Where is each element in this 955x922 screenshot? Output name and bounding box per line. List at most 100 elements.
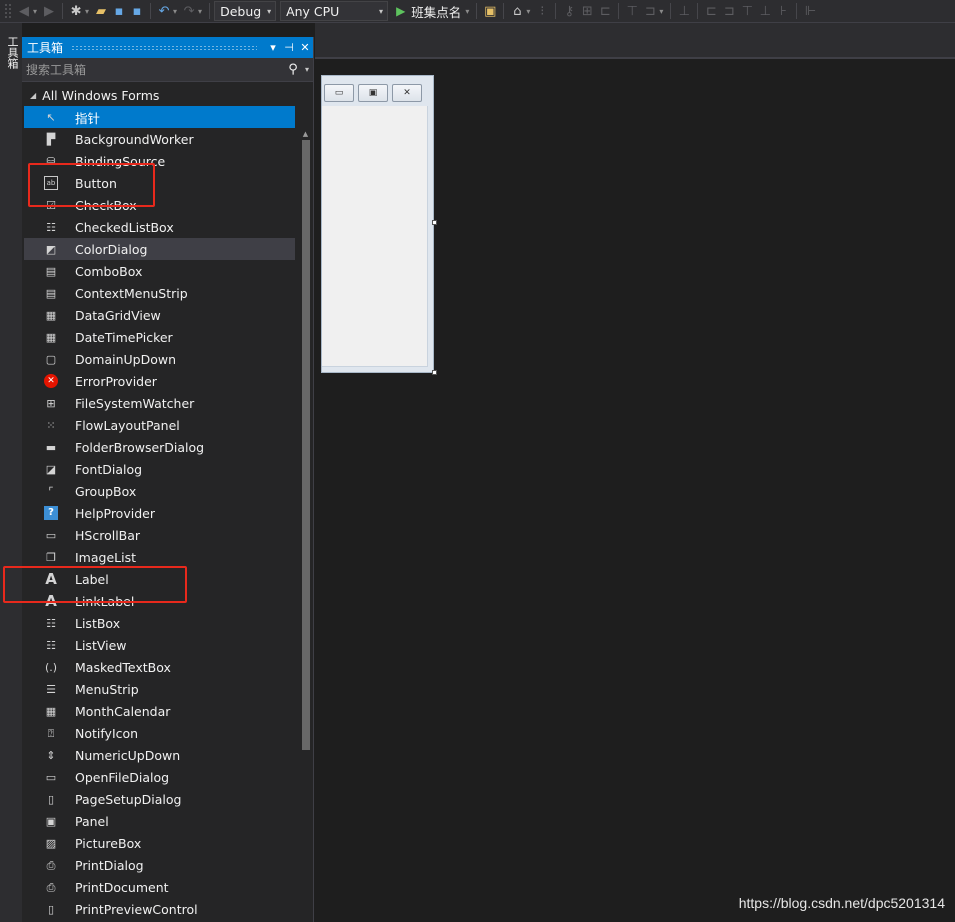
toolbox-item-label: NotifyIcon	[75, 725, 139, 741]
close-icon[interactable]: ✕	[297, 41, 313, 54]
save-all-icon[interactable]: ▪	[128, 1, 146, 21]
toolbox-item-label: ColorDialog	[75, 241, 148, 257]
toolbox-item-listbox[interactable]: ☷ ListBox	[24, 612, 295, 634]
redo-icon[interactable]: ↷	[180, 1, 198, 21]
scroll-up-icon[interactable]: ▲	[301, 130, 310, 140]
toolbox-search-input[interactable]	[26, 62, 285, 77]
size-to-grid-icon[interactable]: ⊥	[756, 1, 774, 21]
horizontal-spacing-icon[interactable]: ⊦	[774, 1, 792, 21]
start-debugging-button[interactable]: ▶ 班集点名	[392, 2, 465, 21]
scrollbar-thumb[interactable]	[302, 140, 310, 750]
toolbox-item-backgroundworker[interactable]: ▛ BackgroundWorker	[24, 128, 295, 150]
browser-link-icon[interactable]: ⌂	[508, 1, 526, 21]
undo-icon[interactable]: ↶	[155, 1, 173, 21]
checkbox-icon: ☑	[46, 198, 56, 212]
form-designer-area: ▭ ▣ ✕	[315, 23, 955, 922]
vertical-spacing-icon[interactable]: ⊩	[801, 1, 819, 21]
toolbox-item-label[interactable]: A Label	[24, 568, 295, 590]
make-same-size-icon[interactable]: ⊤	[738, 1, 756, 21]
print-dialog-icon: ⎙	[46, 858, 56, 872]
toolbox-item-listview[interactable]: ☷ ListView	[24, 634, 295, 656]
toolbox-item-printpreviewcontrol[interactable]: ▯ PrintPreviewControl	[24, 898, 295, 920]
toolbox-item-groupbox[interactable]: ⌜ GroupBox	[24, 480, 295, 502]
toolbox-item-checkedlistbox[interactable]: ☷ CheckedListBox	[24, 216, 295, 238]
toolbox-item-pagesetupdialog[interactable]: ▯ PageSetupDialog	[24, 788, 295, 810]
toolbox-tree: ◢ All Windows Forms ↖ 指针 ▛ BackgroundWorker…	[22, 82, 314, 922]
resize-handle-bottom-right[interactable]	[432, 370, 437, 375]
toolbox-title-bar[interactable]: 工具箱 ▾ ⊣ ✕	[22, 37, 313, 58]
make-same-height-icon[interactable]: ⊐	[720, 1, 738, 21]
designer-form[interactable]: ▭ ▣ ✕	[321, 75, 434, 373]
tool-group-header[interactable]: ◢ All Windows Forms	[22, 85, 296, 105]
toolbox-item-monthcalendar[interactable]: ▦ MonthCalendar	[24, 700, 295, 722]
toolbox-item-bindingsource[interactable]: ⛁ BindingSource	[24, 150, 295, 172]
toolbox-item-notifyicon[interactable]: ⍰ NotifyIcon	[24, 722, 295, 744]
link-label-icon: A	[45, 591, 57, 610]
new-project-icon[interactable]: ✱	[67, 1, 85, 21]
toolbox-item-combobox[interactable]: ▤ ComboBox	[24, 260, 295, 282]
navigate-back-dropdown[interactable]: ▾	[33, 7, 40, 16]
toolbox-item-button[interactable]: ab Button	[24, 172, 295, 194]
toolbox-item-imagelist[interactable]: ❐ ImageList	[24, 546, 295, 568]
toolbox-item-domainupdown[interactable]: ▢ DomainUpDown	[24, 348, 295, 370]
toolbox-item-hscrollbar[interactable]: ▭ HScrollBar	[24, 524, 295, 546]
toolbox-item-helpprovider[interactable]: ? HelpProvider	[24, 502, 295, 524]
toolbox-item-colordialog[interactable]: ◩ ColorDialog	[24, 238, 295, 260]
form-client-area[interactable]	[322, 106, 428, 367]
collapse-triangle-icon[interactable]: ◢	[30, 91, 36, 100]
picture-box-icon: ▨	[45, 836, 57, 850]
toolbox-item-numericupdown[interactable]: ⇕ NumericUpDown	[24, 744, 295, 766]
toolbox-item-folderbrowserdialog[interactable]: ▬ FolderBrowserDialog	[24, 436, 295, 458]
open-file-icon[interactable]: ▰	[92, 1, 110, 21]
align-centers-icon[interactable]: ⊤	[623, 1, 641, 21]
toolbox-item-checkbox[interactable]: ☑ CheckBox	[24, 194, 295, 216]
browser-link-dropdown[interactable]: ▾	[526, 7, 533, 16]
data-grid-view-icon: ▦	[45, 308, 57, 322]
main-toolbar: ◀ ▾ ▶ ✱ ▾ ▰ ▪ ▪ ↶ ▾ ↷ ▾ Debug ▾ Any CPU …	[0, 0, 955, 23]
toolbox-item-errorprovider[interactable]: ✕ ErrorProvider	[24, 370, 295, 392]
toolbox-item-printdialog[interactable]: ⎙ PrintDialog	[24, 854, 295, 876]
toolbox-item-datagridview[interactable]: ▦ DataGridView	[24, 304, 295, 326]
search-icon[interactable]: ⚲	[285, 62, 301, 77]
solution-platform-select[interactable]: Any CPU ▾	[280, 1, 389, 21]
redo-dropdown[interactable]: ▾	[198, 7, 205, 16]
search-options-chevron-icon[interactable]: ▾	[301, 65, 313, 74]
new-project-dropdown[interactable]: ▾	[85, 7, 92, 16]
align-dropdown[interactable]: ▾	[659, 7, 666, 16]
navigate-forward-icon[interactable]: ▶	[40, 1, 58, 21]
toolbox-item-pointer[interactable]: ↖ 指针	[24, 106, 295, 128]
save-icon[interactable]: ▪	[110, 1, 128, 21]
toolbox-item-flowlayoutpanel[interactable]: ⁙ FlowLayoutPanel	[24, 414, 295, 436]
align-lefts-icon[interactable]: ⊏	[596, 1, 614, 21]
navigate-back-icon[interactable]: ◀	[15, 1, 33, 21]
toolbox-item-printdocument[interactable]: ⎙ PrintDocument	[24, 876, 295, 898]
solution-configuration-select[interactable]: Debug ▾	[214, 1, 277, 21]
layout-icon[interactable]: ⁝	[533, 1, 551, 21]
toolbox-item-datetimepicker[interactable]: ▦ DateTimePicker	[24, 326, 295, 348]
toolbox-item-menustrip[interactable]: ☰ MenuStrip	[24, 678, 295, 700]
undo-dropdown[interactable]: ▾	[173, 7, 180, 16]
start-project-dropdown[interactable]: ▾	[465, 7, 472, 16]
toolbox-item-openfiledialog[interactable]: ▭ OpenFileDialog	[24, 766, 295, 788]
toolbox-item-panel[interactable]: ▣ Panel	[24, 810, 295, 832]
align-rights-icon[interactable]: ⊐	[641, 1, 659, 21]
tab-order-icon[interactable]: ⚷	[560, 1, 578, 21]
toolbox-item-filesystemwatcher[interactable]: ⊞ FileSystemWatcher	[24, 392, 295, 414]
auto-hide-pin-icon[interactable]: ⊣	[281, 41, 297, 54]
find-in-files-icon[interactable]: ▣	[481, 1, 499, 21]
toolbox-item-linklabel[interactable]: A LinkLabel	[24, 590, 295, 612]
resize-handle-right[interactable]	[432, 220, 437, 225]
toolbox-item-picturebox[interactable]: ▨ PictureBox	[24, 832, 295, 854]
toolbox-item-maskedtextbox[interactable]: (.) MaskedTextBox	[24, 656, 295, 678]
toolbox-side-tab[interactable]: 工具箱	[4, 36, 19, 80]
image-list-icon: ❐	[46, 550, 56, 564]
toolbox-scrollbar[interactable]: ▲	[301, 130, 310, 920]
align-tops-icon[interactable]: ⊥	[675, 1, 693, 21]
toolbar-grip[interactable]	[4, 3, 12, 19]
window-position-icon[interactable]: ▾	[265, 41, 281, 54]
align-to-grid-icon[interactable]: ⊞	[578, 1, 596, 21]
toolbox-item-fontdialog[interactable]: ◪ FontDialog	[24, 458, 295, 480]
make-same-width-icon[interactable]: ⊏	[702, 1, 720, 21]
hscrollbar-icon: ▭	[45, 528, 57, 542]
toolbox-item-contextmenustrip[interactable]: ▤ ContextMenuStrip	[24, 282, 295, 304]
